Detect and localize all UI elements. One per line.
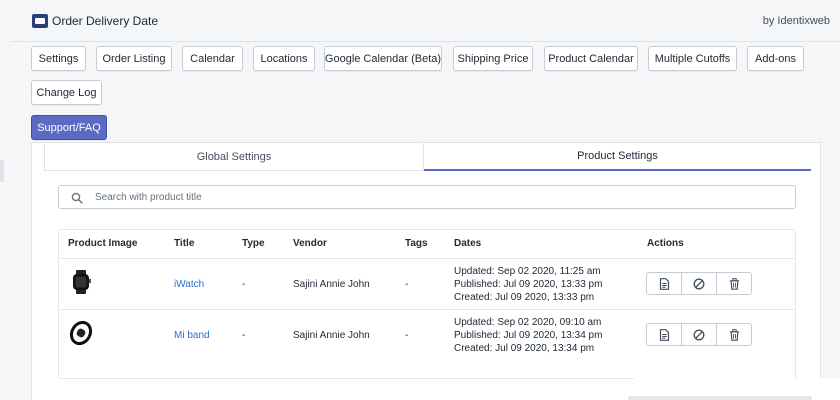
settings-button[interactable]: Settings [31, 46, 86, 71]
header-vendor: Vendor [293, 238, 327, 249]
row-divider [59, 258, 795, 259]
view-button[interactable] [647, 324, 682, 345]
calendar-button[interactable]: Calendar [182, 46, 243, 71]
disable-button[interactable] [682, 273, 717, 294]
header-tags: Tags [405, 238, 428, 249]
sidebar-edge [0, 160, 4, 182]
trash-icon [729, 277, 739, 290]
search-input[interactable] [95, 186, 785, 208]
header-dates: Dates [454, 238, 482, 249]
app-title: Order Delivery Date [52, 14, 159, 28]
disable-icon [693, 278, 705, 289]
document-icon [659, 328, 669, 341]
search-box [58, 185, 796, 209]
disable-button[interactable] [682, 324, 717, 345]
product-type: - [242, 330, 246, 341]
delete-button[interactable] [717, 273, 751, 294]
published-date: Published: Jul 09 2020, 13:33 pm [454, 279, 603, 290]
shipping-price-button[interactable]: Shipping Price [453, 46, 533, 71]
created-date: Created: Jul 09 2020, 13:33 pm [454, 292, 595, 303]
tab-global-settings[interactable]: Global Settings [44, 143, 424, 171]
product-title-link[interactable]: Mi band [174, 330, 210, 341]
published-date: Published: Jul 09 2020, 13:34 pm [454, 330, 603, 341]
product-tags: - [405, 279, 409, 290]
product-settings-card: Global Settings Product Settings Product… [31, 142, 821, 400]
row-divider [59, 309, 795, 310]
header-type: Type [242, 238, 265, 249]
nav-bar: Settings Order Listing Calendar Location… [10, 42, 840, 146]
calendar-logo-icon [32, 14, 48, 28]
header-product-image: Product Image [68, 238, 138, 249]
updated-date: Updated: Sep 02 2020, 11:25 am [454, 266, 601, 277]
by-vendor: by Identixweb [762, 15, 830, 27]
trash-icon [729, 328, 739, 341]
watch-icon [73, 270, 91, 294]
products-table: Product Image Title Type Vendor Tags Dat… [58, 229, 796, 379]
multiple-cutoffs-button[interactable]: Multiple Cutoffs [648, 46, 737, 71]
support-faq-button[interactable]: Support/FAQ [31, 115, 107, 140]
footer-button-edge[interactable] [628, 396, 812, 400]
product-calendar-button[interactable]: Product Calendar [544, 46, 638, 71]
google-calendar-button[interactable]: Google Calendar (Beta) [324, 46, 442, 71]
app-header: Order Delivery Date by Identixweb [10, 0, 840, 42]
product-vendor: Sajini Annie John [293, 279, 370, 290]
view-button[interactable] [647, 273, 682, 294]
product-tags: - [405, 330, 409, 341]
product-dates: Updated: Sep 02 2020, 11:25 am Published… [454, 265, 602, 304]
header-title: Title [174, 238, 195, 249]
delete-button[interactable] [717, 324, 751, 345]
order-listing-button[interactable]: Order Listing [96, 46, 172, 71]
disable-icon [693, 329, 705, 340]
locations-button[interactable]: Locations [253, 46, 315, 71]
band-icon [69, 320, 93, 346]
product-type: - [242, 279, 246, 290]
row-actions [646, 272, 752, 295]
updated-date: Updated: Sep 02 2020, 09:10 am [454, 317, 602, 328]
product-title-link[interactable]: iWatch [174, 279, 204, 290]
tab-product-settings[interactable]: Product Settings [424, 143, 811, 171]
header-actions: Actions [647, 238, 684, 249]
product-dates: Updated: Sep 02 2020, 09:10 am Published… [454, 316, 602, 355]
document-icon [659, 277, 669, 290]
change-log-button[interactable]: Change Log [31, 80, 102, 105]
search-icon [71, 192, 83, 204]
product-vendor: Sajini Annie John [293, 330, 370, 341]
add-ons-button[interactable]: Add-ons [747, 46, 804, 71]
row-actions [646, 323, 752, 346]
created-date: Created: Jul 09 2020, 13:34 pm [454, 343, 595, 354]
